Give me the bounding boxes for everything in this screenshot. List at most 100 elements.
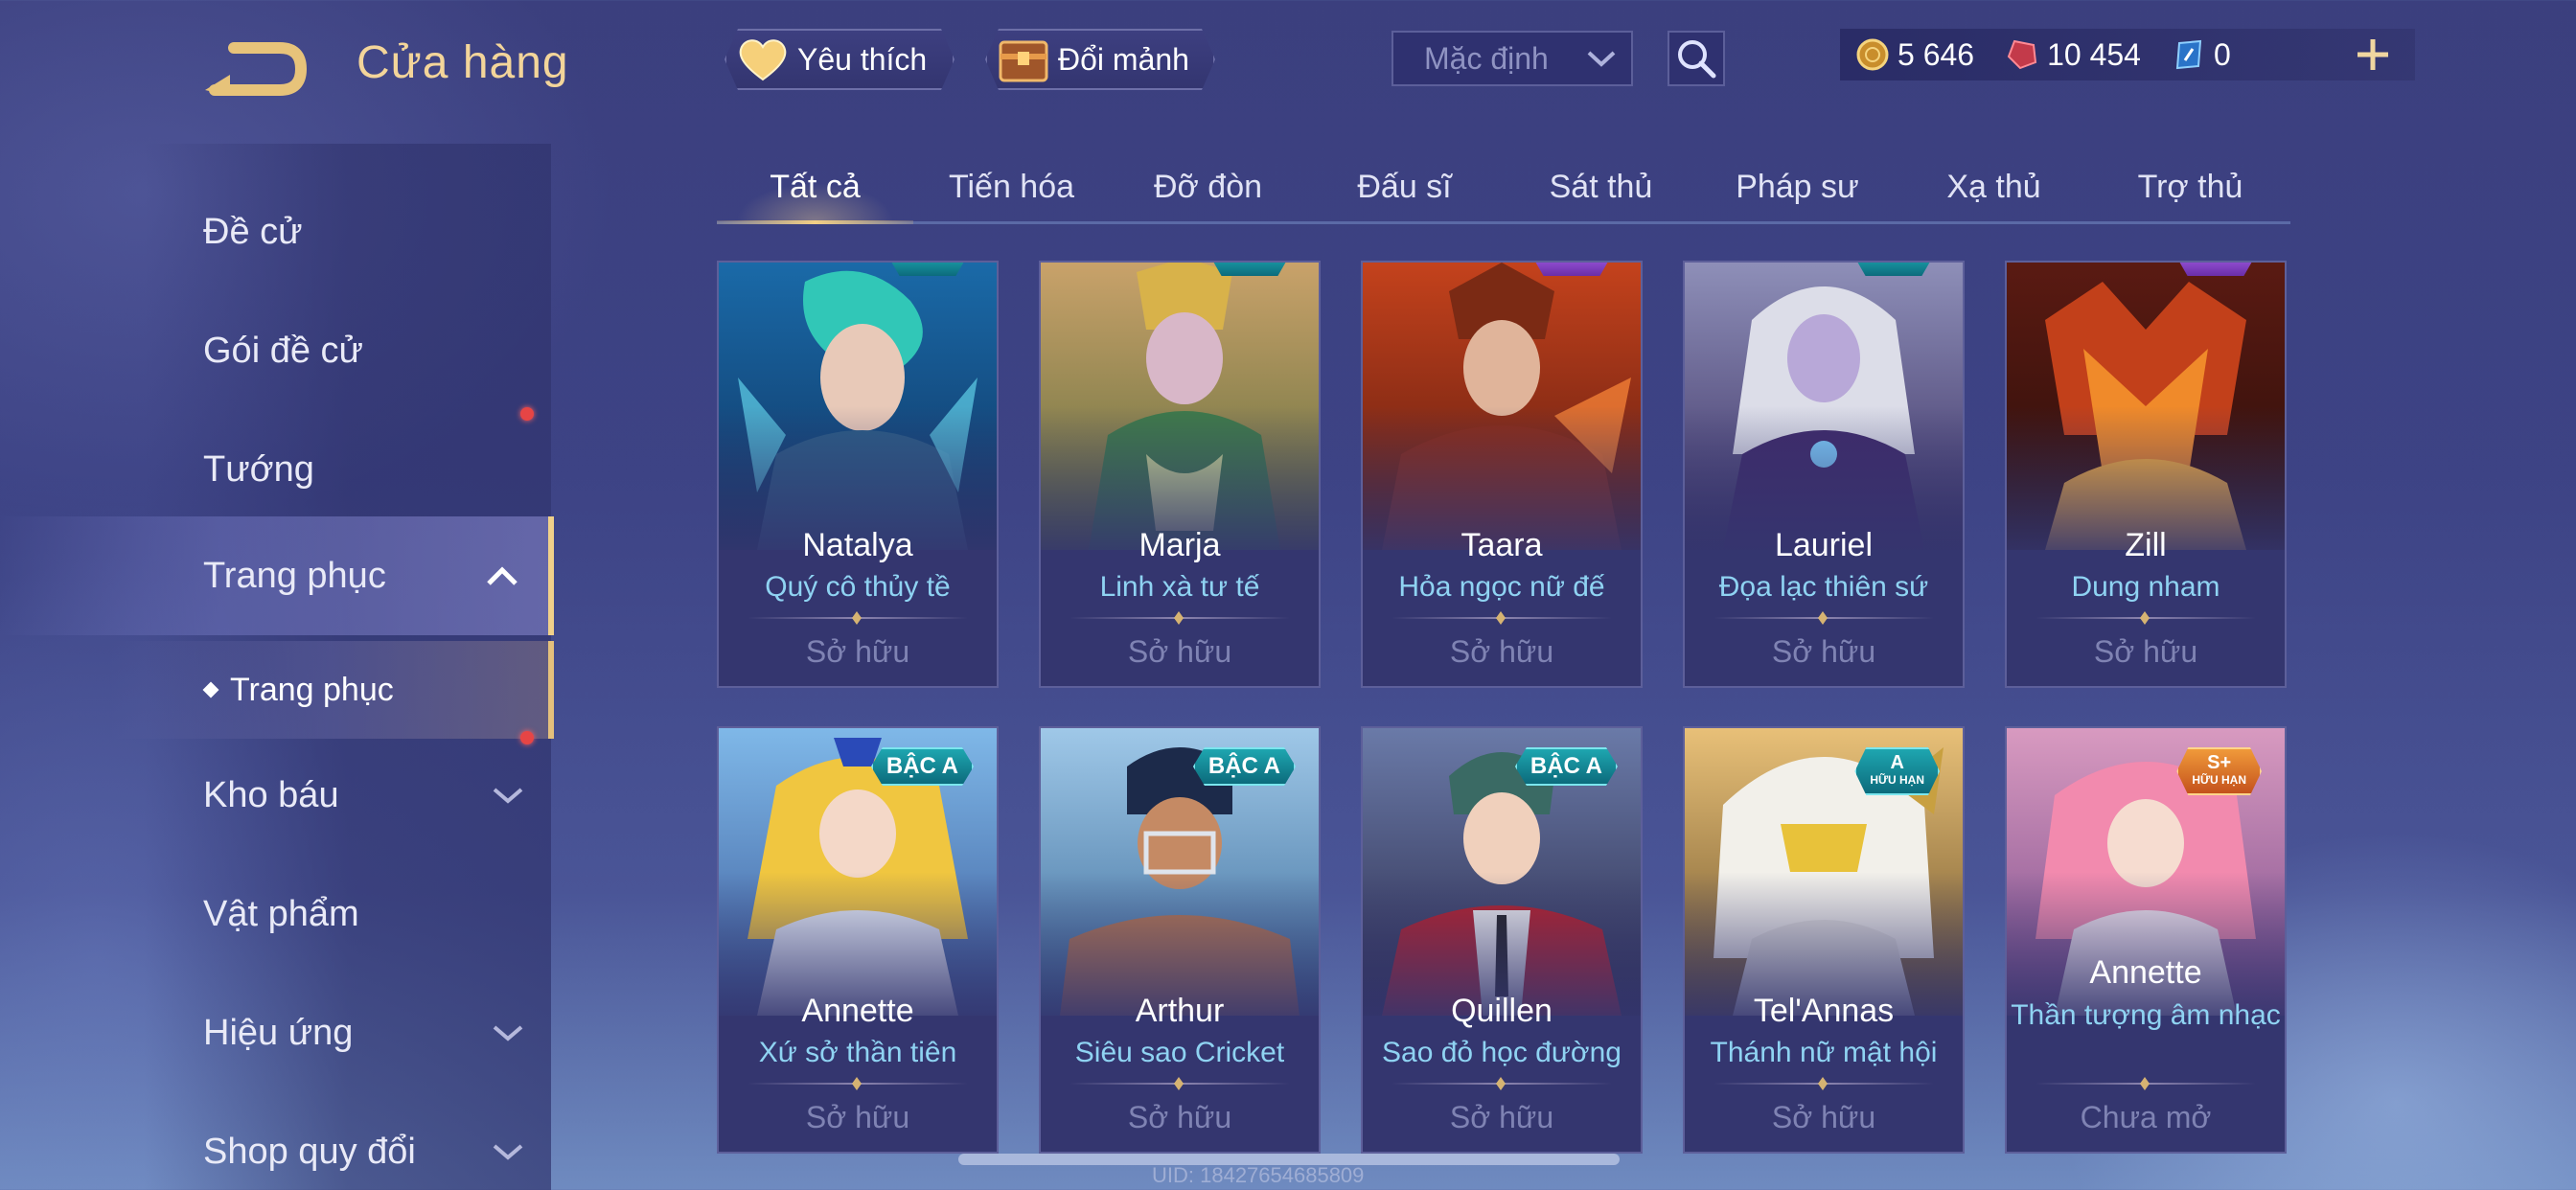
tab-all[interactable]: Tất cả bbox=[717, 153, 913, 224]
sidebar-item-treasure[interactable]: Kho báu bbox=[0, 731, 554, 855]
tier-badge: BẬC A bbox=[1515, 747, 1618, 786]
skin-name: Thần tượng âm nhạc bbox=[2011, 999, 2281, 1031]
ownership-status: Sở hữu bbox=[805, 634, 910, 669]
tab-mage[interactable]: Pháp sư bbox=[1699, 153, 1896, 221]
chevron-down-icon bbox=[493, 788, 523, 804]
skin-card[interactable]: Lauriel Đọa lạc thiên sứ Sở hữu bbox=[1683, 261, 1965, 688]
sidebar-item-recommended-packs[interactable]: Gói đề cử bbox=[0, 291, 554, 421]
hero-name: Annette bbox=[801, 993, 914, 1029]
sidebar-subitem-skins[interactable]: Trang phục bbox=[0, 641, 554, 739]
tier-ribbon bbox=[1853, 263, 1934, 276]
hero-name: Zill bbox=[2125, 527, 2167, 563]
card-divider bbox=[2036, 1083, 2256, 1085]
voucher-amount: 10 454 bbox=[2047, 36, 2141, 72]
tier-badge-label: A bbox=[1890, 752, 1904, 773]
sidebar-item-label: Gói đề cử bbox=[203, 330, 363, 371]
card-divider bbox=[1070, 1083, 1290, 1085]
tier-ribbon bbox=[1209, 263, 1290, 276]
hero-name: Natalya bbox=[802, 527, 913, 563]
skin-card[interactable]: S+ HỮU HẠN Annette Thần tượng âm nhạc Ch… bbox=[2005, 726, 2287, 1154]
search-icon bbox=[1678, 40, 1716, 79]
chevron-down-icon bbox=[493, 1025, 523, 1041]
sort-value: Mặc định bbox=[1424, 40, 1549, 76]
crystal-amount: 0 bbox=[2213, 36, 2231, 72]
tier-badge: BẬC A bbox=[871, 747, 974, 786]
sort-dropdown[interactable]: Mặc định bbox=[1392, 31, 1633, 86]
gold-coin-icon bbox=[1856, 38, 1889, 71]
card-divider bbox=[748, 1083, 968, 1085]
skin-name: Hỏa ngọc nữ đế bbox=[1398, 571, 1605, 603]
tab-marksman[interactable]: Xạ thủ bbox=[1896, 153, 2092, 221]
chest-icon bbox=[997, 34, 1050, 84]
sidebar-subitem-label: Trang phục bbox=[230, 671, 394, 708]
hero-name: Lauriel bbox=[1774, 527, 1874, 563]
sidebar-item-label: Tướng bbox=[203, 448, 314, 490]
tier-badge-label: BẬC A bbox=[1530, 753, 1602, 779]
tab-assassin[interactable]: Sát thủ bbox=[1503, 153, 1699, 221]
ruby-icon bbox=[2007, 39, 2037, 70]
skin-card[interactable]: BẬC A Quillen Sao đỏ học đường Sở hữu bbox=[1361, 726, 1643, 1154]
sidebar-item-effects[interactable]: Hiệu ứng bbox=[0, 973, 554, 1092]
chevron-up-icon bbox=[487, 566, 518, 585]
search-button[interactable] bbox=[1668, 31, 1725, 86]
tab-support[interactable]: Trợ thủ bbox=[2092, 153, 2288, 221]
sidebar-item-label: Shop quy đổi bbox=[203, 1131, 416, 1172]
crystal-currency: 0 bbox=[2172, 37, 2231, 73]
heart-icon bbox=[736, 35, 790, 83]
plus-icon bbox=[2358, 39, 2388, 70]
hero-name: Arthur bbox=[1135, 993, 1225, 1029]
diamond-bullet-icon bbox=[202, 681, 219, 698]
ownership-status: Sở hữu bbox=[1449, 1100, 1554, 1134]
sidebar-item-label: Vật phẩm bbox=[203, 893, 359, 934]
skin-name: Đọa lạc thiên sứ bbox=[1718, 571, 1929, 603]
hero-name: Annette bbox=[2089, 954, 2202, 991]
ownership-status: Sở hữu bbox=[1127, 1100, 1232, 1134]
voucher-currency: 10 454 bbox=[2005, 37, 2141, 73]
skin-card[interactable]: Natalya Quý cô thủy tề Sở hữu bbox=[717, 261, 999, 688]
ownership-status: Sở hữu bbox=[2093, 634, 2198, 669]
tier-badge-sub: HỮU HẠN bbox=[2192, 773, 2246, 787]
skin-card[interactable]: BẬC A Arthur Siêu sao Cricket Sở hữu bbox=[1039, 726, 1321, 1154]
tab-evolution[interactable]: Tiến hóa bbox=[913, 153, 1110, 221]
skin-name: Thánh nữ mật hội bbox=[1710, 1037, 1938, 1068]
sidebar-item-heroes[interactable]: Tướng bbox=[0, 410, 554, 529]
ownership-status: Sở hữu bbox=[1449, 634, 1554, 669]
card-divider bbox=[1392, 617, 1612, 619]
sidebar-item-exchange-shop[interactable]: Shop quy đổi bbox=[0, 1092, 554, 1190]
gold-currency: 5 646 bbox=[1855, 37, 1974, 73]
crystal-icon bbox=[2175, 39, 2202, 70]
card-divider bbox=[2036, 617, 2256, 619]
sidebar-item-label: Trang phục bbox=[203, 555, 386, 596]
favorite-button[interactable]: Yêu thích bbox=[724, 29, 954, 90]
skin-name: Linh xà tư tế bbox=[1099, 571, 1260, 603]
sidebar-item-skins[interactable]: Trang phục bbox=[0, 516, 554, 635]
user-id: UID: 18427654685809 bbox=[1152, 1163, 1365, 1187]
sidebar-item-recommended[interactable]: Đề cử bbox=[0, 172, 554, 291]
hero-name: Tel'Annas bbox=[1753, 993, 1895, 1029]
chevron-down-icon bbox=[1587, 51, 1616, 67]
card-divider bbox=[1714, 1083, 1934, 1085]
ownership-status: Sở hữu bbox=[1127, 634, 1232, 669]
skin-card[interactable]: Marja Linh xà tư tế Sở hữu bbox=[1039, 261, 1321, 688]
skin-card[interactable]: Zill Dung nham Sở hữu bbox=[2005, 261, 2287, 688]
sidebar-item-label: Kho báu bbox=[203, 774, 339, 815]
skin-name: Sao đỏ học đường bbox=[1382, 1037, 1622, 1068]
skin-grid: Natalya Quý cô thủy tề Sở hữu Marja Linh… bbox=[717, 261, 2288, 1190]
card-divider bbox=[1070, 617, 1290, 619]
ownership-status: Sở hữu bbox=[1771, 634, 1876, 669]
shard-exchange-button[interactable]: Đổi mảnh bbox=[985, 29, 1215, 90]
skin-card[interactable]: A HỮU HẠN Tel'Annas Thánh nữ mật hội Sở … bbox=[1683, 726, 1965, 1154]
skin-card[interactable]: BẬC A Annette Xứ sở thần tiên Sở hữu bbox=[717, 726, 999, 1154]
role-tabs: Tất cả Tiến hóa Đỡ đòn Đấu sĩ Sát thủ Ph… bbox=[717, 153, 2290, 224]
tab-tank[interactable]: Đỡ đòn bbox=[1110, 153, 1306, 221]
ownership-status: Sở hữu bbox=[805, 1100, 910, 1134]
skin-card[interactable]: Taara Hỏa ngọc nữ đế Sở hữu bbox=[1361, 261, 1643, 688]
sidebar-item-items[interactable]: Vật phẩm bbox=[0, 855, 554, 973]
back-arrow-icon[interactable] bbox=[201, 33, 307, 100]
tab-fighter[interactable]: Đấu sĩ bbox=[1306, 153, 1503, 221]
top-up-button[interactable] bbox=[2346, 29, 2400, 80]
skin-name: Siêu sao Cricket bbox=[1074, 1037, 1285, 1068]
favorite-label: Yêu thích bbox=[797, 41, 928, 77]
card-divider bbox=[1392, 1083, 1612, 1085]
tier-badge: A HỮU HẠN bbox=[1854, 747, 1940, 795]
